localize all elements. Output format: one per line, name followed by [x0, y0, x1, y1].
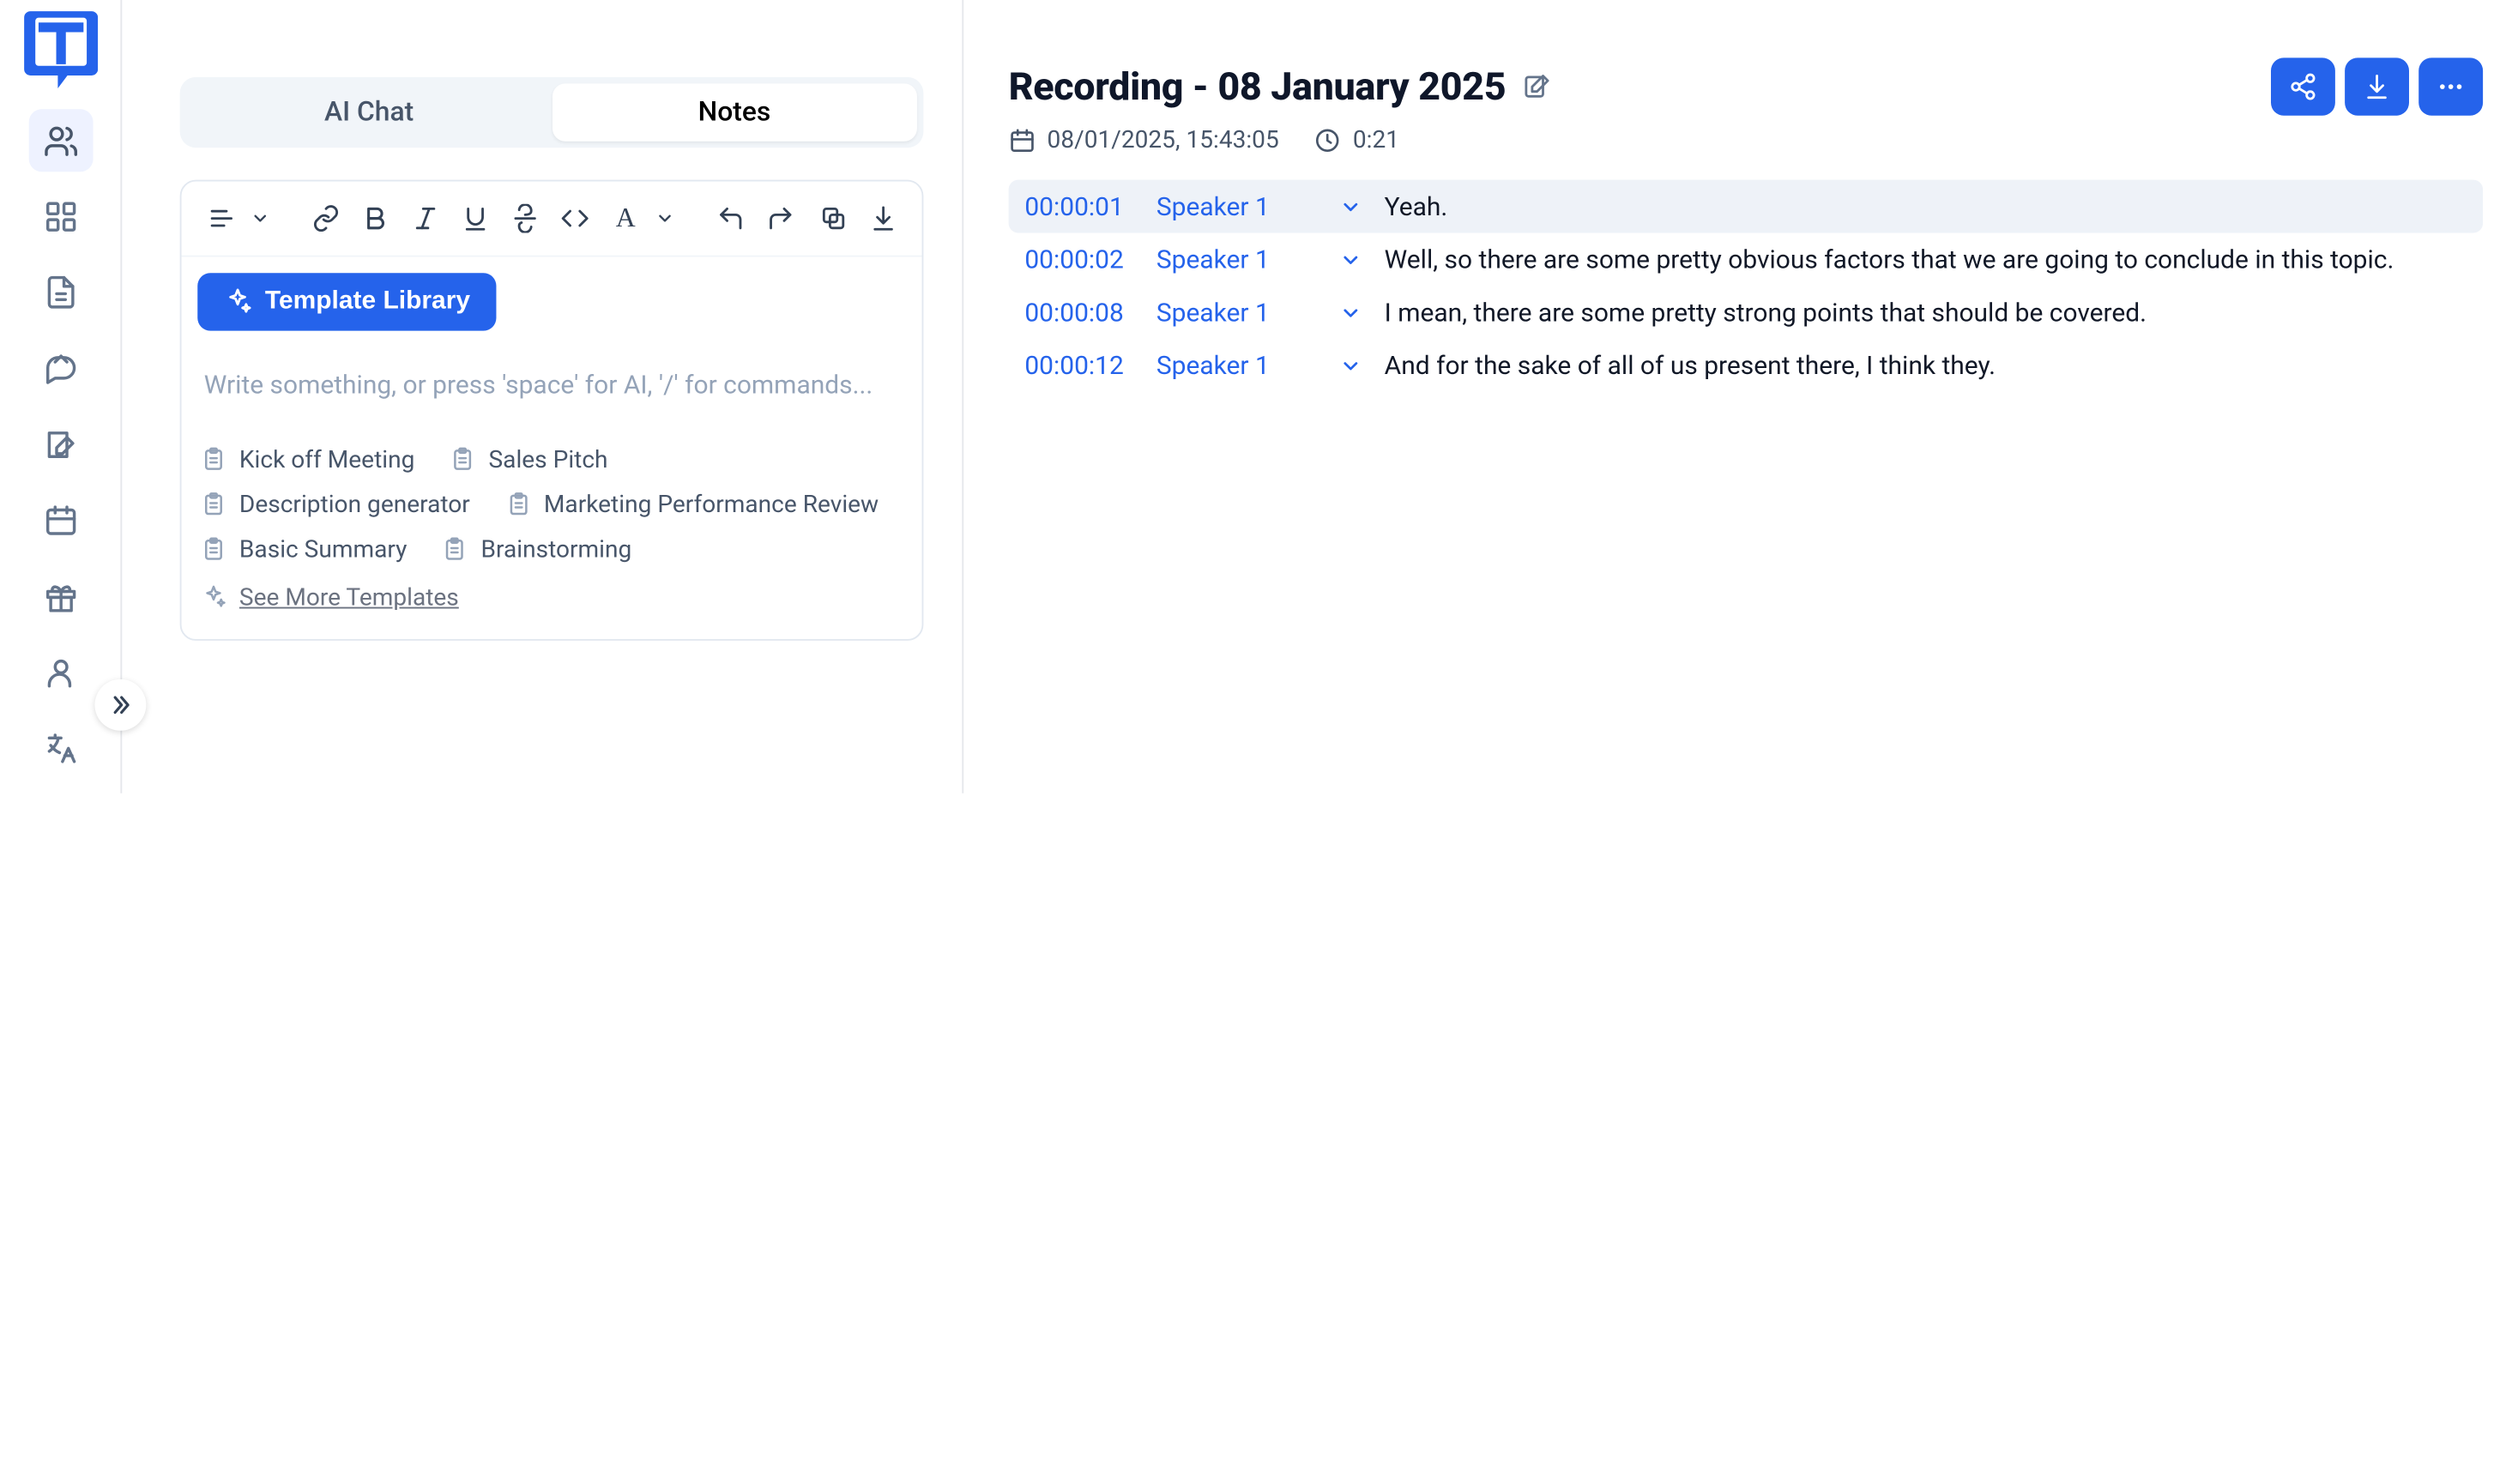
- sidebar-item-dashboard[interactable]: [28, 185, 93, 249]
- text-color-chevron-icon[interactable]: [649, 195, 679, 243]
- more-actions-button[interactable]: [2418, 57, 2483, 115]
- template-chip-label: Basic Summary: [239, 534, 407, 564]
- sidebar-item-chat[interactable]: [28, 337, 93, 401]
- transcript: 00:00:01 Speaker 1 Yeah. 00:00:02 Speaker 1 W…: [1009, 180, 2483, 392]
- template-chip[interactable]: Kick off Meeting: [201, 445, 414, 474]
- template-chip-label: Kick off Meeting: [239, 445, 414, 474]
- template-chip[interactable]: Basic Summary: [201, 534, 407, 564]
- text-color-button[interactable]: A: [601, 195, 649, 243]
- see-more-templates-label: See More Templates: [239, 583, 459, 612]
- transcript-speaker[interactable]: Speaker 1: [1156, 350, 1317, 381]
- transcript-line[interactable]: 00:00:08 Speaker 1 I mean, there are some …: [1009, 286, 2483, 339]
- link-button[interactable]: [303, 195, 349, 243]
- transcript-line[interactable]: 00:00:01 Speaker 1 Yeah.: [1009, 180, 2483, 233]
- sparkle-icon: [201, 584, 226, 610]
- template-chips: Kick off Meeting Sales Pitch Description g…: [197, 445, 906, 617]
- download-button[interactable]: [2345, 57, 2409, 115]
- sidebar-item-notes[interactable]: [28, 413, 93, 477]
- share-button[interactable]: [2271, 57, 2335, 115]
- app-logo: [21, 9, 99, 87]
- speaker-chevron-icon[interactable]: [1333, 248, 1368, 270]
- template-library-label: Template Library: [265, 287, 470, 317]
- template-chip-label: Brainstorming: [481, 534, 632, 564]
- paragraph-style-button[interactable]: [197, 195, 245, 243]
- sidebar: [0, 0, 122, 793]
- download-notes-button[interactable]: [860, 195, 906, 243]
- sidebar-item-people[interactable]: [28, 109, 93, 172]
- transcript-speaker[interactable]: Speaker 1: [1156, 244, 1317, 275]
- recording-datetime: 08/01/2025, 15:43:05: [1048, 125, 1279, 154]
- editor-toolbar: A: [182, 182, 922, 257]
- transcript-timestamp[interactable]: 00:00:12: [1024, 350, 1140, 381]
- speaker-chevron-icon[interactable]: [1333, 354, 1368, 377]
- transcript-text: And for the sake of all of us present th…: [1385, 350, 2467, 381]
- template-chip[interactable]: Description generator: [201, 490, 470, 519]
- edit-title-button[interactable]: [1522, 72, 1551, 101]
- transcript-speaker[interactable]: Speaker 1: [1156, 297, 1317, 328]
- speaker-chevron-icon[interactable]: [1333, 195, 1368, 217]
- sidebar-expand-button[interactable]: [94, 679, 146, 731]
- editor-placeholder: Write something, or press 'space' for AI…: [197, 370, 906, 401]
- template-chip-label: Sales Pitch: [488, 445, 607, 474]
- sidebar-item-gift[interactable]: [28, 565, 93, 629]
- template-chip[interactable]: Brainstorming: [443, 534, 632, 564]
- speaker-chevron-icon[interactable]: [1333, 301, 1368, 323]
- sparkle-icon: [223, 287, 252, 317]
- italic-button[interactable]: [402, 195, 449, 243]
- panel-tabs: AI Chat Notes: [180, 77, 924, 148]
- sidebar-item-document[interactable]: [28, 261, 93, 324]
- recording-title: Recording - 08 January 2025: [1009, 64, 1507, 109]
- sidebar-item-translate[interactable]: [28, 717, 93, 781]
- tab-notes[interactable]: Notes: [552, 83, 917, 141]
- template-library-button[interactable]: Template Library: [197, 273, 496, 330]
- template-chip-label: Marketing Performance Review: [544, 490, 879, 519]
- paragraph-style-chevron-icon[interactable]: [245, 195, 275, 243]
- notes-editor: A Template Library Write something, or p…: [180, 180, 924, 641]
- calendar-icon: [1009, 126, 1036, 154]
- transcript-timestamp[interactable]: 00:00:08: [1024, 297, 1140, 328]
- transcript-text: Yeah.: [1385, 191, 2467, 222]
- transcript-line[interactable]: 00:00:12 Speaker 1 And for the sake of all…: [1009, 339, 2483, 392]
- redo-button[interactable]: [757, 195, 803, 243]
- underline-button[interactable]: [452, 195, 498, 243]
- copy-button[interactable]: [810, 195, 856, 243]
- transcript-panel: Recording - 08 January 2025 08/01/2025, …: [963, 0, 2512, 1484]
- template-chip[interactable]: Marketing Performance Review: [505, 490, 879, 519]
- transcript-speaker[interactable]: Speaker 1: [1156, 191, 1317, 222]
- code-button[interactable]: [552, 195, 598, 243]
- clock-icon: [1314, 126, 1342, 154]
- bold-button[interactable]: [353, 195, 399, 243]
- transcript-text: Well, so there are some pretty obvious f…: [1385, 244, 2467, 275]
- sidebar-item-calendar[interactable]: [28, 489, 93, 552]
- sidebar-item-user[interactable]: [28, 641, 93, 704]
- recording-duration: 0:21: [1353, 125, 1399, 154]
- tab-ai-chat[interactable]: AI Chat: [186, 83, 552, 141]
- strikethrough-button[interactable]: [502, 195, 548, 243]
- transcript-line[interactable]: 00:00:02 Speaker 1 Well, so there are some…: [1009, 232, 2483, 286]
- template-chip[interactable]: Sales Pitch: [450, 445, 608, 474]
- transcript-timestamp[interactable]: 00:00:01: [1024, 191, 1140, 222]
- see-more-templates-link[interactable]: See More Templates: [201, 583, 459, 612]
- transcript-text: I mean, there are some pretty strong poi…: [1385, 297, 2467, 328]
- undo-button[interactable]: [707, 195, 753, 243]
- recording-meta: 08/01/2025, 15:43:05 0:21: [1009, 125, 2483, 154]
- template-chip-label: Description generator: [239, 490, 470, 519]
- transcript-timestamp[interactable]: 00:00:02: [1024, 244, 1140, 275]
- editor-body[interactable]: Template Library Write something, or pre…: [182, 257, 922, 640]
- notes-panel: AI Chat Notes: [122, 0, 963, 793]
